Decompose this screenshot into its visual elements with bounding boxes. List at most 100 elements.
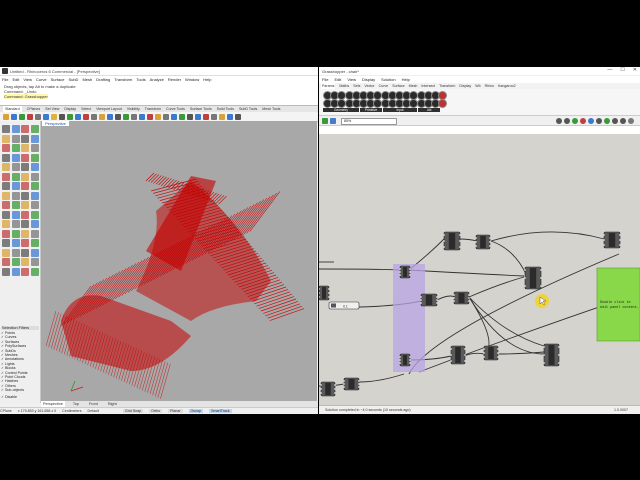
tool-icon[interactable] (51, 113, 57, 120)
minimize-button[interactable]: — (607, 67, 612, 73)
menu-item-mesh[interactable]: Mesh (82, 77, 92, 82)
tool-icon[interactable] (30, 229, 39, 238)
tool-icon[interactable] (30, 267, 39, 276)
tool-icon[interactable] (2, 229, 10, 238)
zoom-select[interactable]: 85% (341, 117, 397, 125)
tool-icon[interactable] (2, 239, 10, 247)
tool-icon[interactable] (2, 220, 10, 228)
tool-icon[interactable] (11, 113, 17, 120)
tool-icon[interactable] (30, 191, 39, 200)
tool-icon[interactable] (35, 113, 41, 120)
gh-menu-item-display[interactable]: Display (362, 77, 375, 82)
canvas-tool-icon[interactable] (596, 117, 602, 124)
gh-canvas[interactable]: 0.1 Double click to edit panel content… (319, 134, 640, 405)
tool-icon[interactable] (30, 134, 39, 143)
tool-icon[interactable] (43, 113, 49, 120)
tool-icon[interactable] (107, 113, 113, 120)
toolbar-tab[interactable]: Surface Tools (190, 106, 212, 112)
tool-icon[interactable] (21, 153, 29, 162)
tool-icon[interactable] (21, 144, 29, 152)
viewport-label[interactable]: Perspective (42, 121, 69, 126)
tool-icon[interactable] (2, 163, 10, 171)
filter-sub-objects[interactable]: Sub-objects (1, 388, 39, 392)
canvas-tool-icon[interactable] (580, 117, 586, 124)
gh-component[interactable] (343, 377, 360, 391)
menu-item-subd[interactable]: SubD (68, 77, 78, 82)
tool-icon[interactable] (227, 113, 233, 120)
tool-icon[interactable] (30, 153, 39, 162)
tool-icon[interactable] (21, 220, 29, 228)
close-button[interactable]: ✕ (633, 67, 637, 73)
tool-icon[interactable] (2, 201, 10, 209)
gh-panel[interactable]: Double click toedit panel content… (596, 267, 640, 342)
gh-component[interactable] (524, 266, 542, 290)
status-layer[interactable]: Default (88, 409, 99, 413)
status-toggle-planar[interactable]: Planar (168, 409, 183, 413)
gh-component[interactable] (543, 343, 560, 367)
tool-icon[interactable] (21, 258, 29, 266)
tool-icon[interactable] (123, 113, 129, 120)
status-toggle-grid-snap[interactable]: Grid Snap (122, 409, 144, 413)
tool-icon[interactable] (147, 113, 153, 120)
gh-menu-item-help[interactable]: Help (402, 77, 410, 82)
tool-icon[interactable] (11, 229, 20, 238)
menu-item-view[interactable]: View (23, 77, 32, 82)
tool-icon[interactable] (219, 113, 225, 120)
tool-icon[interactable] (235, 113, 241, 120)
menu-item-tools[interactable]: Tools (136, 77, 145, 82)
tool-icon[interactable] (11, 210, 20, 219)
tool-icon[interactable] (11, 125, 20, 133)
gh-menu-item-solution[interactable]: Solution (381, 77, 395, 82)
tool-icon[interactable] (21, 229, 29, 238)
canvas-tool-icon[interactable] (604, 117, 610, 124)
menu-item-render[interactable]: Render (168, 77, 181, 82)
tool-icon[interactable] (11, 172, 20, 181)
gh-component[interactable] (399, 353, 411, 367)
tool-icon[interactable] (2, 210, 10, 219)
command-prompt[interactable]: Command: Grasshopper (4, 94, 48, 99)
gh-component[interactable] (450, 345, 466, 365)
gh-component[interactable] (483, 345, 499, 361)
tool-icon[interactable] (115, 113, 121, 120)
tool-icon[interactable] (21, 191, 29, 200)
tool-icon[interactable] (3, 113, 9, 120)
tool-icon[interactable] (211, 113, 217, 120)
tool-icon[interactable] (187, 113, 193, 120)
toolbar-tab[interactable]: Viewport Layout (96, 106, 122, 112)
tool-icon[interactable] (67, 113, 73, 120)
canvas-tool-icon[interactable] (620, 117, 626, 124)
toolbar-tab[interactable]: Set View (45, 106, 59, 112)
menu-item-edit[interactable]: Edit (12, 77, 19, 82)
menu-item-file[interactable]: File (2, 77, 8, 82)
tool-icon[interactable] (155, 113, 161, 120)
tool-icon[interactable] (21, 182, 29, 190)
component-icon[interactable] (438, 99, 448, 108)
tool-icon[interactable] (30, 172, 39, 181)
menu-item-drafting[interactable]: Drafting (96, 77, 110, 82)
menu-item-surface[interactable]: Surface (51, 77, 65, 82)
tool-icon[interactable] (27, 113, 33, 120)
menu-item-help[interactable]: Help (203, 77, 211, 82)
toolbar-tab[interactable]: Display (64, 106, 76, 112)
canvas-tool-icon[interactable] (612, 117, 618, 124)
gh-component[interactable] (319, 285, 330, 301)
gh-component[interactable] (420, 293, 438, 307)
menu-item-window[interactable]: Window (185, 77, 199, 82)
toolbar-tab[interactable]: Select (81, 106, 91, 112)
tool-icon[interactable] (2, 267, 10, 276)
canvas-tool-icon[interactable] (628, 117, 634, 124)
canvas-tool-icon[interactable] (588, 117, 594, 124)
save-icon[interactable] (322, 117, 328, 124)
tool-icon[interactable] (11, 258, 20, 266)
tool-icon[interactable] (11, 182, 20, 190)
tool-icon[interactable] (21, 210, 29, 219)
tool-icon[interactable] (30, 239, 39, 247)
tool-icon[interactable] (30, 220, 39, 228)
gh-component[interactable] (453, 291, 470, 305)
toolbar-tab[interactable]: SubD Tools (239, 106, 257, 112)
canvas-tool-icon[interactable] (564, 117, 570, 124)
number-slider[interactable]: 0.1 (328, 301, 360, 310)
tool-icon[interactable] (11, 220, 20, 228)
tool-icon[interactable] (30, 210, 39, 219)
status-toggle-smarttrack[interactable]: SmartTrack (209, 409, 232, 413)
